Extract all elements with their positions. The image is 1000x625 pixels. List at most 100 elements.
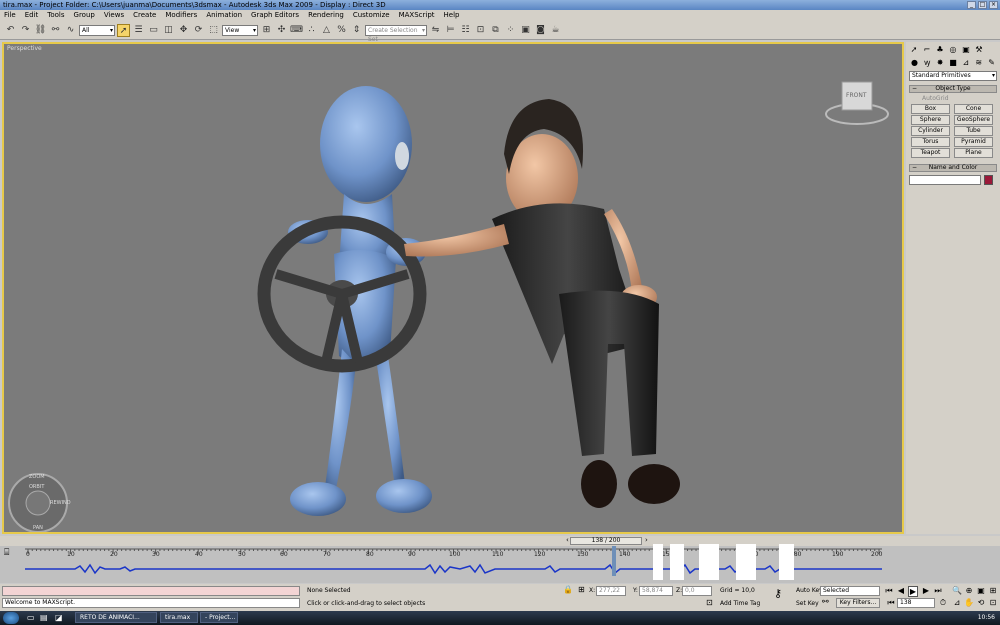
zoom-icon[interactable]: 🔍 <box>952 586 962 595</box>
object-name-field[interactable] <box>909 175 981 185</box>
named-selection-set-dropdown[interactable]: Create Selection Set <box>365 24 427 43</box>
display-tab-icon[interactable]: ▣ <box>960 44 972 55</box>
start-button[interactable] <box>3 612 19 624</box>
angle-snap-icon[interactable]: △ <box>320 24 333 37</box>
go-to-start-icon[interactable]: ⏮ <box>884 586 894 595</box>
align-icon[interactable]: ⊨ <box>444 24 457 37</box>
snap-toggle-icon[interactable]: ∴ <box>305 24 318 37</box>
pan-view-icon[interactable]: ✋ <box>964 598 974 607</box>
field-of-view-icon[interactable]: ⊿ <box>952 598 962 607</box>
key-mode-dropdown[interactable]: Selected <box>820 586 880 596</box>
mirror-icon[interactable]: ⇋ <box>429 24 442 37</box>
cone-button[interactable]: Cone <box>954 104 993 114</box>
time-tag-icon[interactable]: ⊡ <box>706 599 713 607</box>
menu-create[interactable]: Create <box>133 10 156 21</box>
quick-launch-icon[interactable]: ▤ <box>40 613 48 622</box>
rectangular-selection-icon[interactable]: ▭ <box>147 24 160 37</box>
menu-animation[interactable]: Animation <box>206 10 242 21</box>
schematic-view-icon[interactable]: ⧉ <box>489 24 502 37</box>
scale-icon[interactable]: ⬚ <box>207 24 220 37</box>
taskbar-task-reto[interactable]: RETO DE ANIMACI... <box>75 612 157 623</box>
orbit-icon[interactable]: ⟲ <box>976 598 986 607</box>
menu-rendering[interactable]: Rendering <box>308 10 344 21</box>
time-configuration-icon[interactable]: ⏱ <box>938 598 948 607</box>
viewcube[interactable]: FRONT <box>824 74 894 129</box>
window-crossing-icon[interactable]: ◫ <box>162 24 175 37</box>
sphere-button[interactable]: Sphere <box>911 115 950 125</box>
boy-character[interactable] <box>404 99 680 508</box>
material-editor-icon[interactable]: ⁘ <box>504 24 517 37</box>
menu-file[interactable]: File <box>4 10 16 21</box>
menu-help[interactable]: Help <box>444 10 460 21</box>
autogrid-checkbox[interactable]: AutoGrid <box>906 93 1000 102</box>
primitive-category-dropdown[interactable]: Standard Primitives <box>909 71 997 81</box>
minimize-button[interactable]: _ <box>967 1 976 9</box>
motion-tab-icon[interactable]: ◎ <box>947 44 959 55</box>
menu-group[interactable]: Group <box>74 10 95 21</box>
object-color-swatch[interactable] <box>984 175 993 185</box>
menu-graph-editors[interactable]: Graph Editors <box>251 10 299 21</box>
torus-button[interactable]: Torus <box>911 137 950 147</box>
box-button[interactable]: Box <box>911 104 950 114</box>
geometry-icon[interactable]: ● <box>909 58 920 68</box>
maximize-button[interactable]: □ <box>978 1 987 9</box>
add-time-tag-button[interactable]: Add Time Tag <box>720 600 760 608</box>
menu-tools[interactable]: Tools <box>47 10 64 21</box>
menu-modifiers[interactable]: Modifiers <box>165 10 197 21</box>
play-icon[interactable]: ▶ <box>908 586 918 597</box>
menu-customize[interactable]: Customize <box>353 10 390 21</box>
select-link-icon[interactable]: ⛓ <box>34 24 47 37</box>
mini-curve-editor-icon[interactable]: ⌸ <box>4 548 9 558</box>
nav-zoom-label[interactable]: ZOOM <box>29 474 45 480</box>
plane-button[interactable]: Plane <box>954 148 993 158</box>
rendered-frame-icon[interactable]: ◙ <box>534 24 547 37</box>
manipulate-icon[interactable]: ✣ <box>275 24 288 37</box>
nav-pan-label[interactable]: PAN <box>33 525 43 531</box>
menu-edit[interactable]: Edit <box>25 10 39 21</box>
perspective-viewport[interactable]: Perspective FRONT ZOOM ORBIT PAN REWIND <box>2 42 904 534</box>
menu-views[interactable]: Views <box>104 10 124 21</box>
redo-icon[interactable]: ↷ <box>19 24 32 37</box>
utilities-tab-icon[interactable]: ⚒ <box>973 44 985 55</box>
layer-manager-icon[interactable]: ☷ <box>459 24 472 37</box>
set-key-icon[interactable]: ⚷ <box>774 588 782 599</box>
select-by-name-icon[interactable]: ☰ <box>132 24 145 37</box>
alien-character[interactable] <box>288 86 432 516</box>
modify-tab-icon[interactable]: ⌐ <box>921 44 933 55</box>
quick-launch-icon[interactable]: ◪ <box>55 613 63 622</box>
z-coordinate-field[interactable]: 0,0 <box>682 586 712 596</box>
viewcube-face-label[interactable]: FRONT <box>846 92 867 99</box>
key-mode-toggle-icon[interactable]: ⏮ <box>886 598 896 607</box>
previous-frame-icon[interactable]: ◀ <box>896 586 906 595</box>
time-slider[interactable]: 138 / 200 <box>570 537 642 545</box>
percent-snap-icon[interactable]: % <box>335 24 348 37</box>
nav-orbit-label[interactable]: ORBIT <box>29 484 44 490</box>
space-warps-icon[interactable]: ≋ <box>973 58 984 68</box>
unlink-icon[interactable]: ⚯ <box>49 24 62 37</box>
move-icon[interactable]: ✥ <box>177 24 190 37</box>
helpers-icon[interactable]: ⊿ <box>960 58 971 68</box>
pyramid-button[interactable]: Pyramid <box>954 137 993 147</box>
time-slider-next-icon[interactable]: › <box>645 536 648 544</box>
shapes-icon[interactable]: ꝡ <box>922 58 933 68</box>
cameras-icon[interactable]: ■ <box>948 58 959 68</box>
time-slider-prev-icon[interactable]: ‹ <box>566 536 569 544</box>
selection-filter-dropdown[interactable]: All <box>79 24 115 36</box>
quick-render-icon[interactable]: ☕ <box>549 24 562 37</box>
name-and-color-rollout[interactable]: Name and Color <box>909 164 997 172</box>
geosphere-button[interactable]: GeoSphere <box>954 115 993 125</box>
maxscript-output[interactable]: Welcome to MAXScript. <box>2 598 300 608</box>
systems-icon[interactable]: ✎ <box>986 58 997 68</box>
cylinder-button[interactable]: Cylinder <box>911 126 950 136</box>
teapot-button[interactable]: Teapot <box>911 148 950 158</box>
reference-coordinate-dropdown[interactable]: View <box>222 24 258 36</box>
auto-key-button[interactable]: Auto Key <box>796 587 823 595</box>
undo-icon[interactable]: ↶ <box>4 24 17 37</box>
show-desktop-icon[interactable]: ▭ <box>27 613 35 622</box>
create-tab-icon[interactable]: ➚ <box>908 44 920 55</box>
key-filters-icon[interactable]: ⚯ <box>822 598 829 606</box>
key-filters-button[interactable]: Key Filters... <box>836 598 880 608</box>
object-type-rollout[interactable]: Object Type <box>909 85 997 93</box>
keyboard-shortcut-icon[interactable]: ⌨ <box>290 24 303 37</box>
menu-maxscript[interactable]: MAXScript <box>399 10 435 21</box>
